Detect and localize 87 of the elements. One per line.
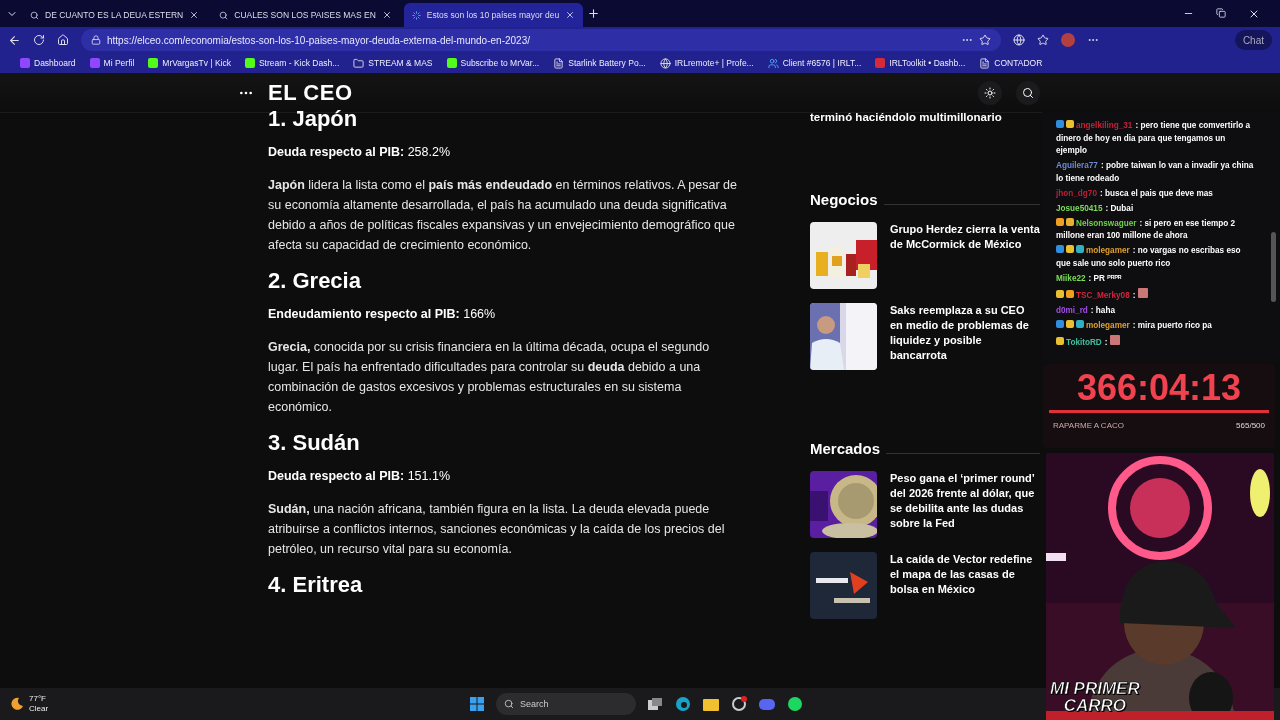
emote-icon [1137,287,1148,298]
headline[interactable]: Saks reemplaza a su CEO en medio de problemas de liquidez y posible bancarrota [890,303,1040,370]
search-icon[interactable] [1016,80,1040,105]
chat-message: angelkiling_31 : pero tiene que comvertirlo a dinero de hoy en dia para que tengamos un ejemplo [1056,120,1252,157]
chat-button[interactable]: Chat [1234,30,1272,50]
emote-icon [1109,334,1120,345]
category-title: Mercados [810,440,881,457]
goal-label: RAPARME A CACO [1053,421,1124,430]
lock-icon [91,35,101,45]
paragraph: Japón lidera la lista como el país más endeudado en términos relativos. A pesar de su economía altamente desarrollada, el país ha acumulado una deuda significativa debido a años de políticas fiscales expansivas y un envejecimiento demográfico que afecta su capacidad de crecimiento económico. [268,177,738,254]
bookmark[interactable]: Subscribe to MrVar... [460,58,540,68]
sun-icon[interactable] [978,80,1002,105]
new-tab-icon[interactable] [587,7,601,20]
chat-message: d0mi_rd : haha [1056,304,1116,317]
browser-tab[interactable]: DE CUANTO ES LA DEUA ESTERN [22,3,208,27]
category-title: Negocios [810,191,878,208]
goal-count: 565/500 [1236,421,1265,430]
chat-message: molegamer : no vargas no escribas eso que sale uno solo puerto rico [1056,245,1242,270]
chat-message: Aguilera77 : pobre taiwan lo van a invadir ya china lo tiene rodeado [1056,160,1255,185]
site-logo[interactable]: EL CEO [268,79,353,106]
debt-stat: Deuda respecto al PIB: 151.1% [268,469,452,483]
bookmark[interactable]: Mi Perfil [103,58,135,68]
browser-tab[interactable]: CUALES SON LOS PAISES MAS EN [211,3,400,27]
bookmark[interactable]: IRLToolkit • Dashb... [889,58,966,68]
search-field[interactable]: Search [496,693,636,715]
site-icon [148,58,159,68]
search-icon [504,699,514,709]
section-heading: 1. Japón [268,105,359,133]
site-icon [20,58,30,68]
address-field[interactable]: https://elceo.com/economia/estos-son-los-10-paises-mayor-deuda-externa-del-mundo-en-2023/ [81,29,1001,51]
bookmark[interactable]: Client #6576 | IRLT... [782,58,862,68]
reload-icon[interactable] [33,34,45,46]
bookmark[interactable]: Starlink Battery Po... [568,58,646,68]
close-icon[interactable] [189,10,200,20]
chat-message: Miike22 : PR ᴾᴿᴾᴿ [1056,272,1123,285]
search-icon [30,10,39,20]
weather-condition: Clear [29,704,49,714]
headline[interactable]: Peso gana el ‘primer round’ del 2026 frente al dólar, que se debilita ante las dudas sobre la Fed [890,471,1040,538]
temperature: 77°F [29,694,47,704]
chat-message: molegamer : mira puerto rico pa [1056,319,1256,332]
paragraph: Grecia, conocida por su crisis financiera en la última década, ocupa el segundo lugar. El país ha enfrentado dificultades para controlar su deuda debido a una combinación de gastos excesivos y problemas estructurales en su sistema económico. [268,339,711,416]
page-icon [553,57,565,69]
caption-text: MI PRIMER [1050,680,1140,697]
caption-text: CARRO [1063,697,1127,714]
browser-tab[interactable]: Estos son los 10 países mayor deu [403,3,584,27]
site-icon [446,58,457,68]
bookmark[interactable]: CONTADOR [994,58,1043,68]
debt-stat: Endeudamiento respecto al PIB: 166% [268,307,497,321]
headline[interactable]: Grupo Herdez cierra la venta de McCormick de México [890,222,1040,289]
star-icon[interactable] [1037,34,1049,46]
chat-message: TokitoRD : [1056,334,1256,349]
site-icon [875,58,886,68]
paragraph: Sudán, una nación africana, también figura en la lista. La deuda elevada puede atribuirse a conflictos internos, sanciones económicas y la caída de los precios del petróleo, un recurso vital para su economía. [268,501,726,558]
site-icon [244,58,255,68]
restore-icon[interactable] [1216,7,1226,20]
bookmark[interactable]: Stream - Kick Dash... [258,58,340,68]
back-icon[interactable] [8,33,21,47]
page-icon [979,57,991,69]
app-icon[interactable] [730,695,748,713]
people-icon [767,57,779,69]
debt-stat: Deuda respecto al PIB: 258.2% [268,145,452,159]
close-icon[interactable] [565,10,576,20]
site-icon [89,58,100,68]
star-icon[interactable] [979,34,991,46]
chat-message: TSC_Merky08 : [1056,287,1256,302]
headline[interactable]: terminó haciéndolo multimillonario [810,111,1040,123]
bookmark[interactable]: MrVargasTv | Kick [162,58,231,68]
start-icon[interactable] [468,695,486,713]
folder-icon [353,57,365,69]
home-icon[interactable] [57,34,69,46]
moon-icon[interactable] [10,697,24,711]
bookmark[interactable]: Dashboard [34,58,76,68]
search-icon [219,10,229,20]
bookmark[interactable]: IRLremote+ | Profe... [674,58,754,68]
section-heading: 3. Sudán [268,429,361,457]
headline[interactable]: La caída de Vector redefine el mapa de las casas de bolsa en México [890,552,1040,619]
chat-message: Nelsonswaguer : si pero en ese tiempo 2 millone eran 100 millone de ahora [1056,217,1237,242]
section-heading: 2. Grecia [268,267,362,295]
task-view-icon[interactable] [646,695,664,713]
bookmark[interactable]: STREAM & MAS [368,58,433,68]
chat-message: jhon_dg70 : busca el pais que deve mas [1056,187,1214,200]
chat-message: Josue50415 : Dubai [1056,202,1135,215]
section-heading: 4. Eritrea [268,571,364,599]
globe-icon [659,57,671,69]
countdown: 366:04:13 [1075,368,1243,408]
close-icon[interactable] [381,10,392,20]
loading-icon [411,10,421,20]
